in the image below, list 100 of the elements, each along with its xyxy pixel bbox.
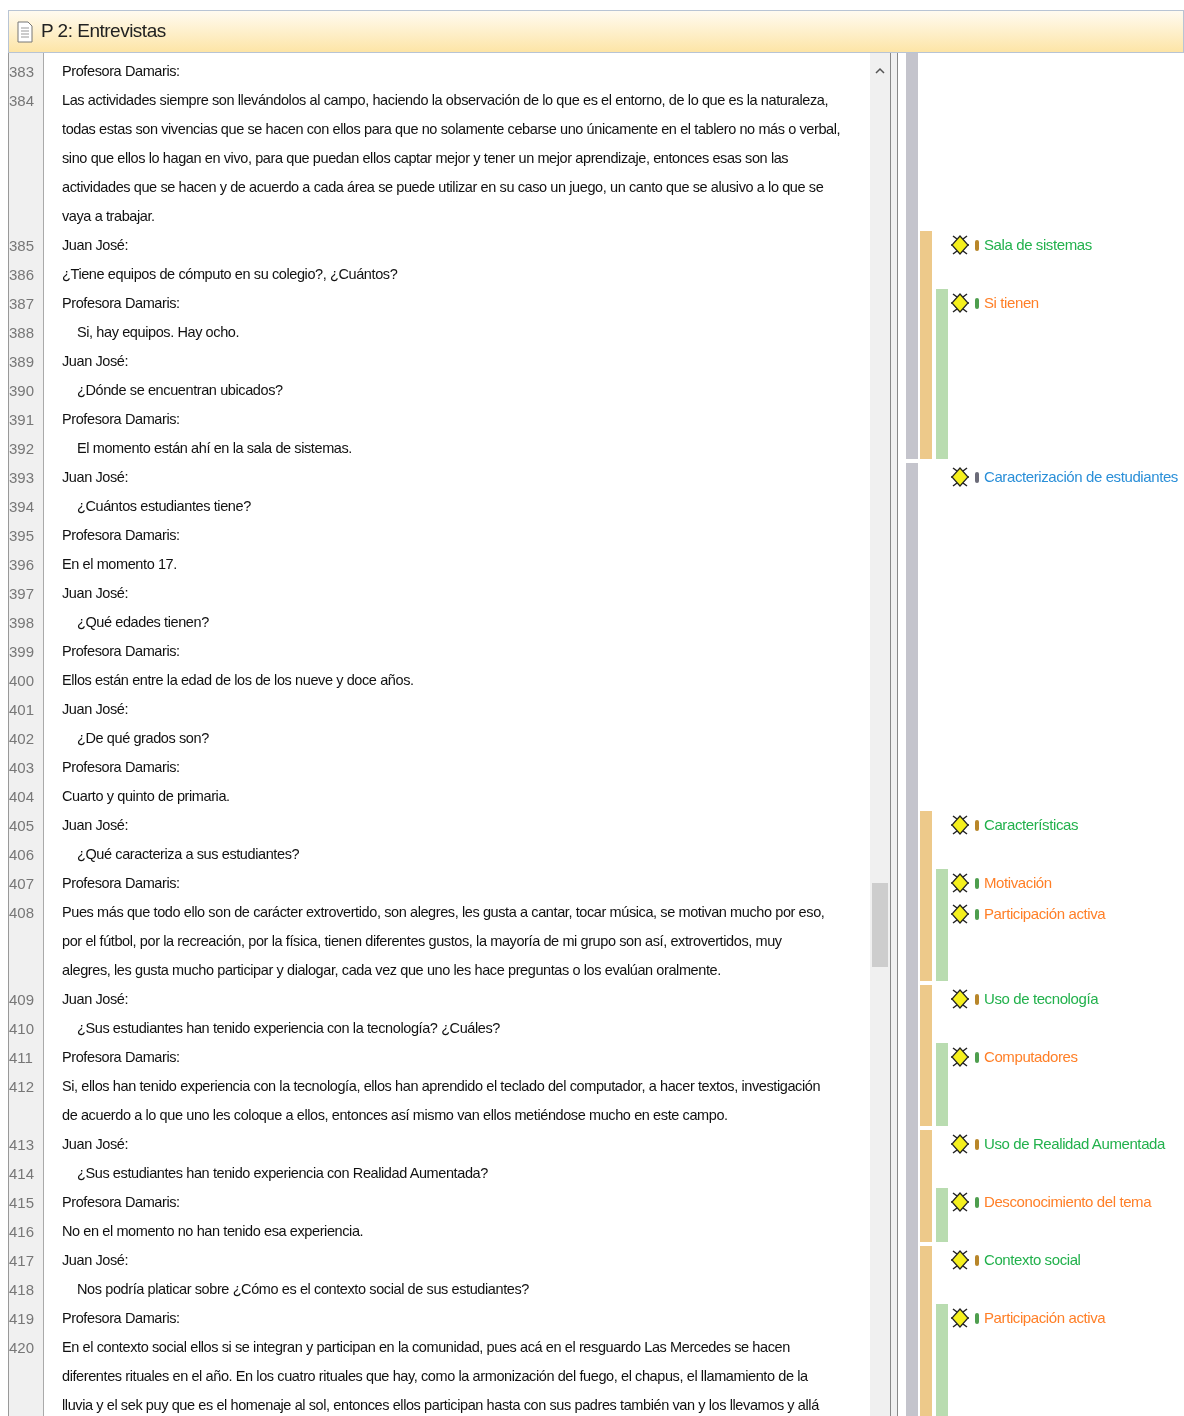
code-marker	[975, 1051, 979, 1063]
transcript-text: ¿Sus estudiantes han tenido experiencia con la tecnología? ¿Cuáles?	[76, 1019, 500, 1038]
line-number: 400	[9, 672, 35, 689]
diamond-icon	[950, 814, 970, 836]
code-label[interactable]: Participación activa	[984, 1306, 1106, 1330]
line-number: 415	[9, 1194, 35, 1211]
pane-splitter[interactable]	[890, 53, 898, 1416]
scrollbar-thumb[interactable]	[872, 883, 888, 967]
code-label[interactable]: Uso de tecnología	[984, 987, 1099, 1011]
line-number: 411	[9, 1049, 33, 1066]
code-label[interactable]: Motivación	[984, 871, 1052, 895]
transcript-text: ¿De qué grados son?	[76, 729, 209, 748]
transcript-text: Profesora Damaris:	[62, 1193, 180, 1212]
line-number: 397	[9, 585, 35, 602]
line-number: 410	[9, 1020, 35, 1037]
transcript-text: Si, hay equipos. Hay ocho.	[76, 323, 240, 342]
line-number: 392	[9, 440, 35, 457]
transcript-text: ¿Qué caracteriza a sus estudiantes?	[76, 845, 300, 864]
transcript-text: ¿Dónde se encuentran ubicados?	[76, 381, 283, 400]
line-number: 407	[9, 875, 35, 892]
diamond-icon	[950, 872, 970, 894]
diamond-icon	[950, 1046, 970, 1068]
transcript-text: Profesora Damaris:	[62, 642, 180, 661]
code-marker	[975, 1196, 979, 1208]
code-marker	[975, 239, 979, 251]
transcript-text: ¿Sus estudiantes han tenido experiencia con Realidad Aumentada?	[76, 1164, 488, 1183]
transcript-text: Juan José:	[62, 1251, 129, 1270]
diamond-icon	[950, 234, 970, 256]
code-label[interactable]: Desconocimiento del tema	[984, 1190, 1152, 1214]
line-number: 412	[9, 1078, 35, 1095]
transcript-text: Cuarto y quinto de primaria.	[62, 787, 230, 806]
line-number: 398	[9, 614, 35, 631]
code-marker	[975, 1254, 979, 1266]
transcript-text: Juan José:	[62, 468, 129, 487]
code-marker	[975, 819, 979, 831]
code-label[interactable]: Características	[984, 813, 1079, 837]
code-label[interactable]: Caracterización de estudiantes	[984, 465, 1178, 489]
line-number: 413	[9, 1136, 35, 1153]
code-marker	[975, 908, 979, 920]
line-number: 409	[9, 991, 35, 1008]
code-marker	[975, 1138, 979, 1150]
transcript-text: En el contexto social ellos si se integran y participan en la comunidad, pues acá en el resguardo Las Mercedes se hacen diferentes rituales en el año. En los cuatro rituales que hay, como la armonización del fuego, el chapus, el llamamiento de la lluvia y el sek puy que es el homenaje al sol, entonces ellos participan hasta con sus padres también van y los llevamos y allá	[62, 1338, 819, 1415]
line-number: 419	[9, 1310, 35, 1327]
transcript-text: ¿Qué edades tienen?	[76, 613, 209, 632]
line-number: 393	[9, 469, 35, 486]
document-title: P 2: Entrevistas	[41, 19, 166, 44]
transcript-text: Nos podría platicar sobre ¿Cómo es el contexto social de sus estudiantes?	[76, 1280, 529, 1299]
transcript-text: Profesora Damaris:	[62, 1048, 180, 1067]
diamond-icon	[950, 292, 970, 314]
line-number: 408	[9, 904, 35, 921]
line-number: 388	[9, 324, 35, 341]
transcript-text: ¿Cuántos estudiantes tiene?	[76, 497, 251, 516]
line-number: 395	[9, 527, 35, 544]
transcript-text: Juan José:	[62, 990, 129, 1009]
transcript-text: Juan José:	[62, 236, 129, 255]
code-label[interactable]: Sala de sistemas	[984, 233, 1092, 257]
code-label[interactable]: Participación activa	[984, 902, 1106, 926]
code-label[interactable]: Computadores	[984, 1045, 1078, 1069]
diamond-icon	[950, 1191, 970, 1213]
bracket-bar	[936, 1188, 948, 1242]
line-number: 403	[9, 759, 35, 776]
transcript-text: Las actividades siempre son llevándolos al campo, haciendo la observación de lo que es el entorno, de lo que es la naturaleza, todas estas son vivencias que se hacen con ellos para que no solamente cebarse uno únicamente en el tablero no más o verbal, sino que ellos lo hagan en vivo, para que puedan ellos captar mejor y tener un mejor aprendizaje, entonces esas son las actividades que se hacen y de acuerdo a cada área se puede utilizar en su caso un juego, un canto que se alusivo a lo que se vaya a trabajar.	[62, 91, 841, 226]
transcript-text: Profesora Damaris:	[62, 526, 180, 545]
transcript-text: Ellos están entre la edad de los de los nueve y doce años.	[62, 671, 414, 690]
code-label[interactable]: Contexto social	[984, 1248, 1081, 1272]
code-marker	[975, 877, 979, 889]
line-number: 414	[9, 1165, 35, 1182]
line-number: 389	[9, 353, 35, 370]
scrollbar[interactable]	[870, 53, 890, 1416]
scroll-up-icon[interactable]	[875, 67, 885, 74]
line-number: 418	[9, 1281, 35, 1298]
line-number: 387	[9, 295, 35, 312]
line-number: 394	[9, 498, 35, 515]
code-marker	[975, 471, 979, 483]
line-number: 401	[9, 701, 35, 718]
line-number: 399	[9, 643, 35, 660]
transcript-text: Profesora Damaris:	[62, 410, 180, 429]
transcript-text: ¿Tiene equipos de cómputo en su colegio?, ¿Cuántos?	[62, 265, 398, 284]
diamond-icon	[950, 1249, 970, 1271]
transcript-text: Juan José:	[62, 1135, 129, 1154]
transcript-text: Profesora Damaris:	[62, 874, 180, 893]
transcript-text: Si, ellos han tenido experiencia con la tecnología, ellos han aprendido el teclado del computador, a hacer textos, investigación de acuerdo a lo que uno les coloque a ellos, entonces así mismo van ellos metiéndose mucho en este campo.	[62, 1077, 821, 1125]
line-number: 420	[9, 1339, 35, 1356]
code-marker	[975, 1312, 979, 1324]
code-marker	[975, 993, 979, 1005]
transcript-text: El momento están ahí en la sala de sistemas.	[76, 439, 352, 458]
code-label[interactable]: Si tienen	[984, 291, 1039, 315]
line-number: 406	[9, 846, 35, 863]
transcript-text: Profesora Damaris:	[62, 758, 180, 777]
line-number: 391	[9, 411, 35, 428]
transcript-text: Pues más que todo ello son de carácter extrovertido, son alegres, les gusta a cantar, tocar música, se motivan mucho por eso, por el fútbol, por la recreación, por la física, tienen diferentes gustos, la mayoría de mi grupo son así, extrovertidos, muy alegres, les gusta mucho participar y dialogar, cada vez que uno les hace preguntas o los evalúan oralmente.	[62, 903, 825, 980]
transcript-text: Juan José:	[62, 352, 129, 371]
line-number: 404	[9, 788, 35, 805]
code-label[interactable]: Uso de Realidad Aumentada	[984, 1132, 1165, 1156]
transcript-text: Juan José:	[62, 816, 129, 835]
diamond-icon	[950, 1133, 970, 1155]
document-icon	[17, 20, 33, 43]
diamond-icon	[950, 903, 970, 925]
line-number: 384	[9, 92, 35, 109]
transcript-text: Profesora Damaris:	[62, 1309, 180, 1328]
